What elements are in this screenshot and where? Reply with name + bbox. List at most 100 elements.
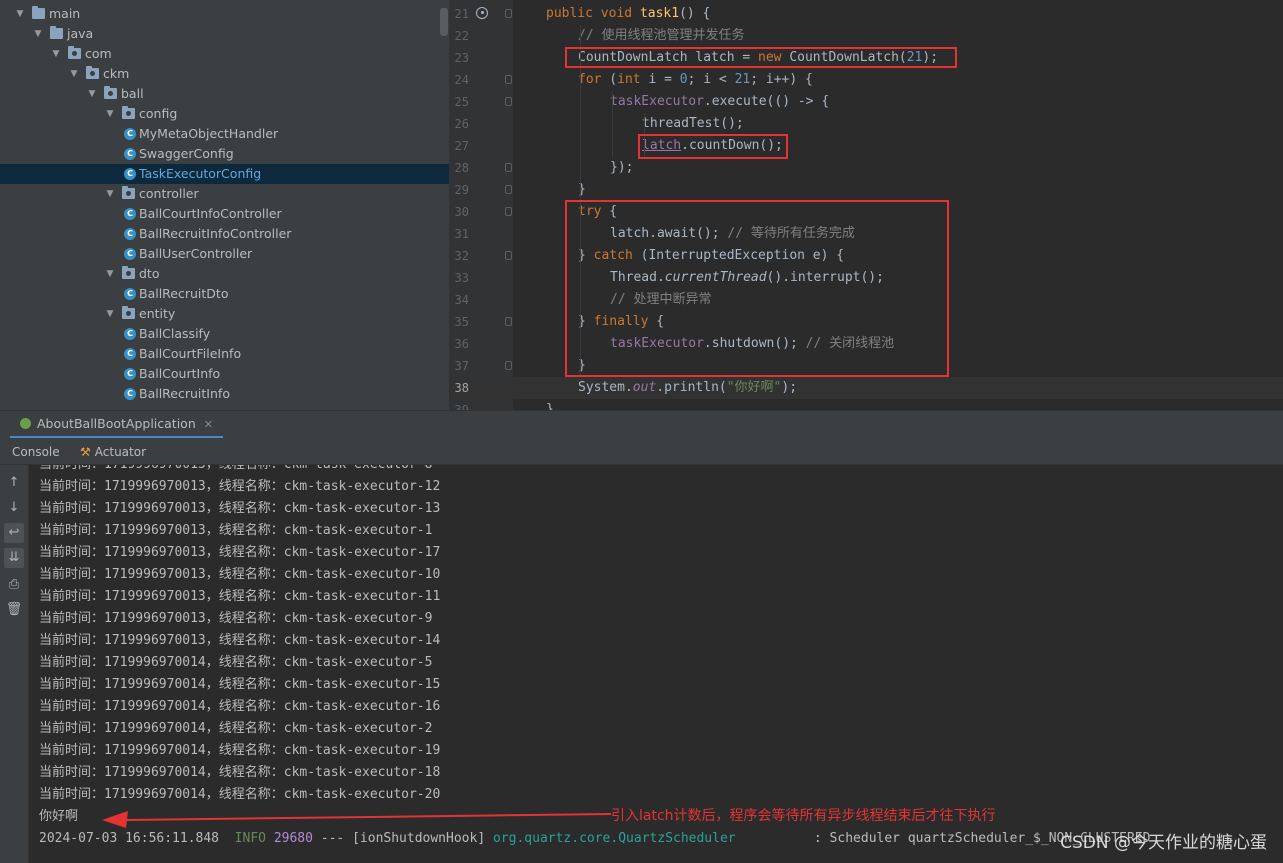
chevron-down-icon[interactable]: ▼ bbox=[14, 4, 26, 24]
tree-item-ball[interactable]: ▼ ball bbox=[0, 84, 449, 104]
fold-marker-icon[interactable] bbox=[505, 317, 512, 326]
fold-marker-icon[interactable] bbox=[505, 97, 512, 106]
line-number: 32 bbox=[454, 249, 469, 263]
run-config-tab[interactable]: AboutBallBootApplication ✕ bbox=[10, 411, 223, 439]
chevron-down-icon[interactable]: ▼ bbox=[104, 184, 116, 204]
chevron-down-icon[interactable]: ▼ bbox=[32, 24, 44, 44]
code-token: ( bbox=[601, 72, 618, 87]
tree-item-ckm[interactable]: ▼ ckm bbox=[0, 64, 449, 84]
chevron-down-icon[interactable]: ▼ bbox=[104, 304, 116, 324]
tree-item-ballcourtfileinfo[interactable]: C BallCourtFileInfo bbox=[0, 344, 449, 364]
tree-item-ballrecruitinfocontroller[interactable]: C BallRecruitInfoController bbox=[0, 224, 449, 244]
fold-marker-icon[interactable] bbox=[505, 207, 512, 216]
scroll-to-end-icon[interactable]: ⇊ bbox=[4, 548, 24, 568]
actuator-icon: ⚒ bbox=[80, 445, 91, 459]
run-gutter-icon[interactable] bbox=[476, 7, 488, 19]
tree-item-label: BallRecruitInfoController bbox=[139, 226, 292, 241]
line-number: 39 bbox=[454, 403, 469, 410]
tree-item-config[interactable]: ▼ config bbox=[0, 104, 449, 124]
code-line[interactable]: 21 public void task1() { bbox=[449, 3, 1283, 25]
soft-wrap-icon[interactable]: ↩ bbox=[4, 523, 24, 543]
tree-item-ballusercontroller[interactable]: C BallUserController bbox=[0, 244, 449, 264]
tree-item-ballclassify[interactable]: C BallClassify bbox=[0, 324, 449, 344]
line-number: 25 bbox=[454, 95, 469, 109]
tree-item-dto[interactable]: ▼ dto bbox=[0, 264, 449, 284]
code-token: for bbox=[578, 72, 602, 87]
tree-item-label: entity bbox=[139, 306, 176, 321]
chevron-down-icon[interactable]: ▼ bbox=[50, 44, 62, 64]
console-line: 当前时间：1719996970013，线程名称：ckm-task-executo… bbox=[39, 633, 441, 648]
tree-item-com[interactable]: ▼ com bbox=[0, 44, 449, 64]
code-token: ; i++) { bbox=[750, 72, 813, 87]
console-line: 当前时间：1719996970014，线程名称：ckm-task-executo… bbox=[39, 655, 433, 670]
tree-item-ballrecruitdto[interactable]: C BallRecruitDto bbox=[0, 284, 449, 304]
line-number: 31 bbox=[454, 227, 469, 241]
chevron-down-icon[interactable]: ▼ bbox=[86, 84, 98, 104]
code-line[interactable]: 22 // 使用线程池管理并发任务 bbox=[449, 25, 1283, 47]
code-token: .println( bbox=[656, 380, 727, 395]
tree-item-mymetaobjecthandler[interactable]: C MyMetaObjectHandler bbox=[0, 124, 449, 144]
code-editor[interactable]: 21 public void task1() {22// 使用线程池管理并发任务 2… bbox=[449, 0, 1283, 410]
run-config-label: AboutBallBootApplication bbox=[37, 416, 196, 431]
tree-item-ballcourtinfo[interactable]: C BallCourtInfo bbox=[0, 364, 449, 384]
chevron-down-icon[interactable]: ▼ bbox=[104, 264, 116, 284]
fold-marker-icon[interactable] bbox=[505, 251, 512, 260]
code-token: i = bbox=[640, 72, 680, 87]
tree-item-ballrecruitinfo[interactable]: C BallRecruitInfo bbox=[0, 384, 449, 404]
log-field: INFO bbox=[234, 831, 266, 846]
tree-item-swaggerconfig[interactable]: C SwaggerConfig bbox=[0, 144, 449, 164]
code-token: 21 bbox=[734, 72, 751, 87]
line-number: 36 bbox=[454, 337, 469, 351]
console-output[interactable]: 当前时间：1719996970013，线程名称：ckm-task-executo… bbox=[29, 465, 1283, 863]
code-line[interactable]: 39} bbox=[449, 399, 1283, 410]
code-token: public bbox=[546, 6, 593, 21]
code-token: ); bbox=[781, 380, 798, 395]
code-line[interactable]: 29} bbox=[449, 179, 1283, 201]
tree-scrollbar[interactable] bbox=[440, 8, 448, 36]
code-line[interactable]: 25 taskExecutor.execute(() -> { bbox=[449, 91, 1283, 113]
code-line[interactable]: 24 for (int i = 0; i < 21; i++) { bbox=[449, 69, 1283, 91]
code-text: System.out.println("你好啊"); bbox=[578, 377, 797, 399]
code-token: "你好啊" bbox=[726, 380, 782, 395]
tree-item-label: SwaggerConfig bbox=[139, 146, 234, 161]
fold-marker-icon[interactable] bbox=[505, 163, 512, 172]
code-token: // 使用线程池管理并发任务 bbox=[578, 28, 745, 43]
log-field: 2024-07-03 16:56:11.848 bbox=[39, 831, 220, 846]
close-icon[interactable]: ✕ bbox=[204, 418, 213, 431]
fold-marker-icon[interactable] bbox=[505, 75, 512, 84]
code-token: ; i < bbox=[687, 72, 735, 87]
code-token: void bbox=[600, 6, 633, 21]
tree-item-ballcourtinfocontroller[interactable]: C BallCourtInfoController bbox=[0, 204, 449, 224]
trash-icon[interactable]: 🗑 bbox=[4, 600, 24, 620]
print-icon[interactable]: ⎙ bbox=[4, 575, 24, 595]
console-line: 当前时间：1719996970014，线程名称：ckm-task-executo… bbox=[39, 721, 433, 736]
fold-marker-icon[interactable] bbox=[505, 185, 512, 194]
code-line[interactable]: 38 System.out.println("你好啊"); bbox=[449, 377, 1283, 399]
tree-item-entity[interactable]: ▼ entity bbox=[0, 304, 449, 324]
code-line[interactable]: 28}); bbox=[449, 157, 1283, 179]
arrow-up-icon[interactable]: ↑ bbox=[4, 473, 24, 493]
chevron-down-icon[interactable]: ▼ bbox=[104, 104, 116, 124]
tab-console[interactable]: Console bbox=[12, 438, 60, 464]
console-line: 当前时间：1719996970013，线程名称：ckm-task-executo… bbox=[39, 545, 441, 560]
log-space bbox=[344, 831, 352, 846]
indent-guide bbox=[612, 91, 613, 157]
arrow-down-icon[interactable]: ↓ bbox=[4, 498, 24, 518]
fold-marker-icon[interactable] bbox=[505, 9, 512, 18]
tree-item-main[interactable]: ▼ main bbox=[0, 4, 449, 24]
console-line: 当前时间：1719996970013，线程名称：ckm-task-executo… bbox=[39, 501, 441, 516]
line-number: 38 bbox=[454, 381, 469, 395]
tree-item-taskexecutorconfig[interactable]: C TaskExecutorConfig bbox=[0, 164, 449, 184]
code-line[interactable]: 27 latch.countDown(); bbox=[449, 135, 1283, 157]
package-icon bbox=[104, 86, 117, 99]
code-line[interactable]: 26 threadTest(); bbox=[449, 113, 1283, 135]
fold-marker-icon[interactable] bbox=[505, 361, 512, 370]
chevron-down-icon[interactable]: ▼ bbox=[68, 64, 80, 84]
tree-item-controller[interactable]: ▼ controller bbox=[0, 184, 449, 204]
tree-item-label: ckm bbox=[103, 66, 130, 81]
code-token: () { bbox=[679, 6, 711, 21]
tree-item-java[interactable]: ▼ java bbox=[0, 24, 449, 44]
package-icon bbox=[86, 66, 99, 79]
tab-actuator[interactable]: ⚒ Actuator bbox=[80, 438, 146, 464]
tree-item-label: controller bbox=[139, 186, 199, 201]
